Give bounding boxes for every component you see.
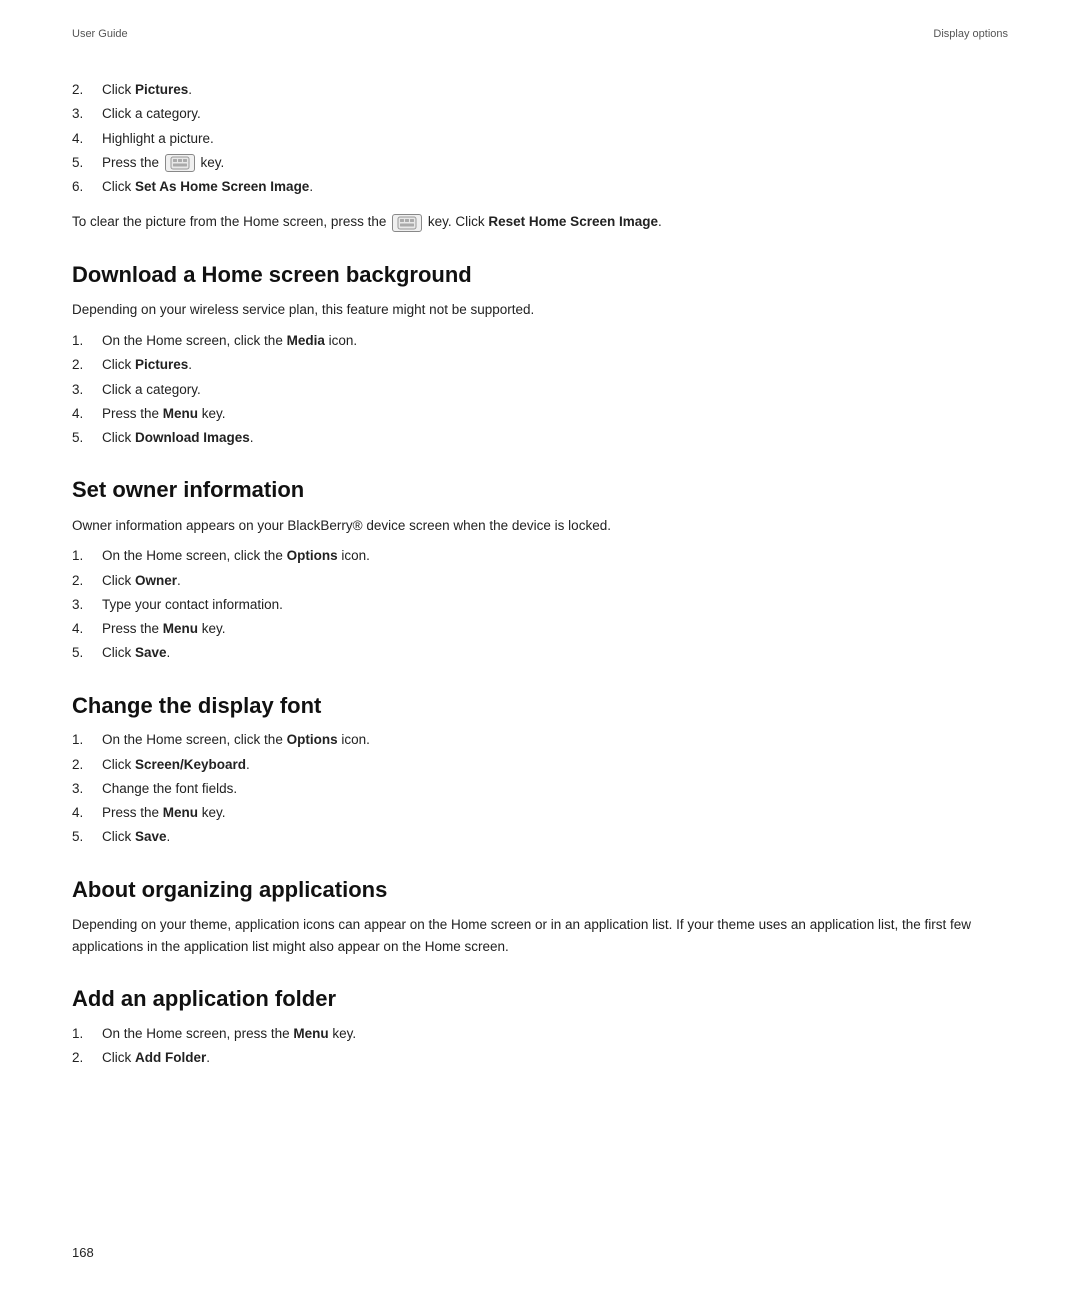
step-number: 1. [72,546,102,566]
page-header: User Guide Display options [72,28,1008,40]
step-number: 2. [72,80,102,100]
page-number: 168 [72,1245,94,1260]
step-number: 5. [72,827,102,847]
menu-key-icon [392,214,422,232]
key-svg [170,156,190,170]
list-item: 4.Press the Menu key. [72,404,1008,424]
list-item: 4.Highlight a picture. [72,129,1008,149]
menu-key-icon [165,154,195,172]
step-number: 4. [72,619,102,639]
section-desc: Owner information appears on your BlackB… [72,515,1008,537]
section-download-home-screen: Download a Home screen background Dependi… [72,261,1008,448]
list-item: 2.Click Pictures. [72,80,1008,100]
step-number: 4. [72,129,102,149]
step-number: 3. [72,104,102,124]
step-number: 2. [72,355,102,375]
section-steps-list: 1.On the Home screen, click the Options … [72,546,1008,663]
step-number: 3. [72,380,102,400]
list-item: 2.Click Screen/Keyboard. [72,755,1008,775]
step-number: 4. [72,404,102,424]
list-item: 1.On the Home screen, click the Media ic… [72,331,1008,351]
section-title: Download a Home screen background [72,261,1008,290]
step-number: 3. [72,595,102,615]
list-item: 5.Click Download Images. [72,428,1008,448]
list-item: 2.Click Pictures. [72,355,1008,375]
list-item: 4.Press the Menu key. [72,619,1008,639]
sections-container: Download a Home screen background Dependi… [72,261,1008,1069]
step-number: 1. [72,730,102,750]
intro-steps-list: 2.Click Pictures. 3.Click a category. 4.Hi… [72,80,1008,197]
list-item: 5.Click Save. [72,643,1008,663]
step-number: 5. [72,428,102,448]
note-text: To clear the picture from the Home scree… [72,211,1008,233]
step-number: 4. [72,803,102,823]
section-about-organizing: About organizing applications Depending o… [72,876,1008,958]
list-item: 5.Press the key. [72,153,1008,173]
section-desc: Depending on your wireless service plan,… [72,299,1008,321]
list-item: 3.Change the font fields. [72,779,1008,799]
list-item: 4.Press the Menu key. [72,803,1008,823]
list-item: 1.On the Home screen, click the Options … [72,546,1008,566]
list-item: 2.Click Owner. [72,571,1008,591]
section-change-display-font: Change the display font 1.On the Home scr… [72,692,1008,848]
section-title: Change the display font [72,692,1008,721]
step-number: 2. [72,755,102,775]
step-number: 1. [72,1024,102,1044]
key-svg [397,216,417,230]
step-number: 3. [72,779,102,799]
list-item: 2.Click Add Folder. [72,1048,1008,1068]
section-steps-list: 1.On the Home screen, click the Options … [72,730,1008,847]
step-number: 1. [72,331,102,351]
step-number: 5. [72,153,102,173]
list-item: 1.On the Home screen, press the Menu key… [72,1024,1008,1044]
step-number: 5. [72,643,102,663]
list-item: 6.Click Set As Home Screen Image. [72,177,1008,197]
section-title: Add an application folder [72,985,1008,1014]
section-add-application-folder: Add an application folder 1.On the Home s… [72,985,1008,1068]
list-item: 3.Click a category. [72,104,1008,124]
step-number: 6. [72,177,102,197]
section-set-owner-info: Set owner information Owner information a… [72,476,1008,663]
list-item: 3.Click a category. [72,380,1008,400]
section-steps-list: 1.On the Home screen, click the Media ic… [72,331,1008,448]
list-item: 1.On the Home screen, click the Options … [72,730,1008,750]
section-title: Set owner information [72,476,1008,505]
header-right: Display options [933,28,1008,40]
section-desc: Depending on your theme, application ico… [72,914,1008,957]
list-item: 5.Click Save. [72,827,1008,847]
step-number: 2. [72,1048,102,1068]
page-container: User Guide Display options 2.Click Pictu… [0,0,1080,1296]
section-steps-list: 1.On the Home screen, press the Menu key… [72,1024,1008,1069]
list-item: 3.Type your contact information. [72,595,1008,615]
header-left: User Guide [72,28,128,40]
section-title: About organizing applications [72,876,1008,905]
step-number: 2. [72,571,102,591]
